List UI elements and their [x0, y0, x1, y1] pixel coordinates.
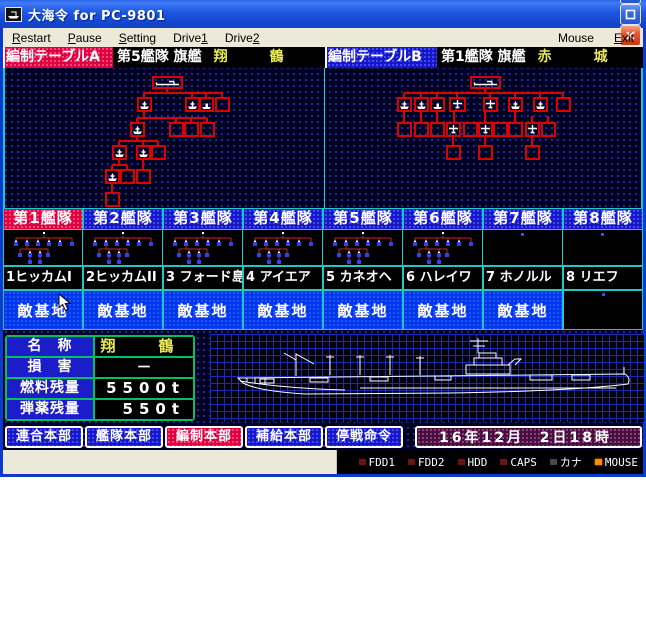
- fleet-minitree-4: [243, 230, 323, 265]
- info-value-ammo: 550t: [94, 399, 194, 420]
- base-ford[interactable]: 3 フォード島: [163, 266, 243, 290]
- fleet-tab-8[interactable]: 第8艦隊: [563, 208, 643, 230]
- fdd1-led-icon: [359, 459, 366, 465]
- enemy-base-3[interactable]: 敵基地: [163, 290, 243, 330]
- base-kaneohe[interactable]: 5 カネオヘ: [323, 266, 403, 290]
- base-rief[interactable]: 8 リエフ: [563, 266, 643, 290]
- fleet-a-label: 第5艦隊 旗艦: [117, 49, 202, 65]
- fleet-minitree-8: [563, 230, 643, 265]
- menu-drive1[interactable]: Drive1: [173, 31, 208, 45]
- cmd-rengou-honbu[interactable]: 連合本部: [5, 426, 83, 448]
- ship-info-table: 名 称翔 鶴 損 害－ 燃料残量5500t 弾薬残量550t: [5, 335, 195, 421]
- info-label-ammo: 弾薬残量: [6, 399, 94, 420]
- mouse-led-icon: [595, 459, 602, 465]
- info-label-fuel: 燃料残量: [6, 378, 94, 399]
- app-window: 大海令 for PC-9801 Restart Pause Setting Dr…: [0, 0, 646, 477]
- menu-exit[interactable]: Exit: [614, 31, 634, 45]
- led-hdd: HDD: [458, 456, 488, 469]
- led-mouse: MOUSE: [595, 456, 638, 469]
- maximize-button[interactable]: [620, 4, 641, 25]
- cmd-teisen-meirei[interactable]: 停戦命令: [325, 426, 403, 448]
- led-caps: CAPS: [500, 456, 537, 469]
- led-fdd2: FDD2: [408, 456, 445, 469]
- status-left-area: [3, 450, 337, 474]
- flagship-a-name: 翔 鶴: [214, 49, 298, 65]
- flagship-b-name: 赤 城: [538, 49, 622, 65]
- app-icon: [5, 7, 22, 22]
- base-honolulu[interactable]: 7 ホノルル: [483, 266, 563, 290]
- enemy-base-4[interactable]: 敵基地: [243, 290, 323, 330]
- enemy-base-5[interactable]: 敵基地: [323, 290, 403, 330]
- led-fdd1: FDD1: [359, 456, 396, 469]
- enemy-base-row: 敵基地 敵基地 敵基地 敵基地 敵基地 敵基地 敵基地: [3, 290, 643, 330]
- fleet-tab-7[interactable]: 第7艦隊: [483, 208, 563, 230]
- kana-led-icon: [550, 459, 557, 465]
- game-time: 2日18時: [540, 427, 612, 447]
- fleet-tab-2[interactable]: 第2艦隊: [83, 208, 163, 230]
- fleet-tab-row: 第1艦隊 第2艦隊 第3艦隊 第4艦隊 第5艦隊 第6艦隊 第7艦隊 第8艦隊: [3, 208, 643, 230]
- menu-drive2[interactable]: Drive2: [225, 31, 260, 45]
- fleet-minitree-5: [323, 230, 403, 265]
- enemy-base-8-empty: [563, 290, 643, 330]
- info-value-fuel: 5500t: [94, 378, 194, 399]
- cmd-kantai-honbu[interactable]: 艦隊本部: [85, 426, 163, 448]
- org-header-row: 編制テーブルA 第5艦隊 旗艦翔 鶴 編制テーブルB 第1艦隊 旗艦赤 城: [3, 47, 643, 68]
- fleet-minitree-row: [3, 230, 643, 266]
- fleet-minitree-7: [483, 230, 563, 265]
- cmd-hokyuu-honbu[interactable]: 補給本部: [245, 426, 323, 448]
- fdd2-led-icon: [408, 459, 415, 465]
- menu-mouse[interactable]: Mouse: [558, 31, 594, 45]
- org-table-a-label: 編制テーブルA: [3, 47, 113, 68]
- fleet-tab-5[interactable]: 第5艦隊: [323, 208, 403, 230]
- status-led-bar: FDD1 FDD2 HDD CAPS カナ MOUSE: [337, 450, 643, 474]
- enemy-base-6[interactable]: 敵基地: [403, 290, 483, 330]
- carrier-drawing: [210, 334, 644, 422]
- hdd-led-icon: [458, 459, 465, 465]
- status-row: FDD1 FDD2 HDD CAPS カナ MOUSE: [3, 450, 643, 474]
- fleet-tab-3[interactable]: 第3艦隊: [163, 208, 243, 230]
- fleet-minitree-2: [83, 230, 163, 265]
- ship-info-row: 名 称翔 鶴 損 害－ 燃料残量5500t 弾薬残量550t: [3, 330, 643, 424]
- org-chart-b[interactable]: [325, 68, 643, 208]
- org-charts-row: [3, 68, 643, 208]
- org-chart-a[interactable]: [3, 68, 325, 208]
- fleet-tab-1[interactable]: 第1艦隊: [3, 208, 83, 230]
- pc98-screen: 編制テーブルA 第5艦隊 旗艦翔 鶴 編制テーブルB 第1艦隊 旗艦赤 城: [3, 47, 643, 450]
- game-datetime: 16年12月 2日18時: [415, 426, 642, 448]
- base-aiea[interactable]: 4 アイエア: [243, 266, 323, 290]
- game-date: 16年12月: [439, 427, 524, 447]
- base-row: 1ヒッカムI 2ヒッカムII 3 フォード島 4 アイエア 5 カネオヘ 6 ハ…: [3, 266, 643, 290]
- minimize-button[interactable]: [620, 0, 641, 4]
- enemy-base-7[interactable]: 敵基地: [483, 290, 563, 330]
- menu-bar: Restart Pause Setting Drive1 Drive2 Mous…: [3, 28, 643, 47]
- fleet-minitree-1: [3, 230, 83, 265]
- info-label-damage: 損 害: [6, 357, 94, 378]
- command-row: 連合本部 艦隊本部 編制本部 補給本部 停戦命令 16年12月 2日18時: [3, 424, 643, 450]
- enemy-base-2[interactable]: 敵基地: [83, 290, 163, 330]
- menu-pause[interactable]: Pause: [68, 31, 102, 45]
- base-hickam2[interactable]: 2ヒッカムII: [83, 266, 163, 290]
- base-hickam1[interactable]: 1ヒッカムI: [3, 266, 83, 290]
- org-table-b-info: 第1艦隊 旗艦赤 城: [437, 47, 643, 68]
- led-kana: カナ: [550, 454, 582, 470]
- fleet-tab-4[interactable]: 第4艦隊: [243, 208, 323, 230]
- caps-led-icon: [500, 459, 507, 465]
- menu-restart[interactable]: Restart: [12, 31, 51, 45]
- cmd-hensei-honbu[interactable]: 編制本部: [165, 426, 243, 448]
- info-value-name: 翔 鶴: [94, 336, 194, 357]
- base-haleiwa[interactable]: 6 ハレイワ: [403, 266, 483, 290]
- org-table-b-label: 編制テーブルB: [325, 47, 437, 68]
- fleet-b-label: 第1艦隊 旗艦: [441, 49, 526, 65]
- enemy-base-1[interactable]: 敵基地: [3, 290, 83, 330]
- ship-drawing-panel: [210, 334, 644, 422]
- menu-setting[interactable]: Setting: [119, 31, 156, 45]
- fleet-minitree-3: [163, 230, 243, 265]
- org-table-a-info: 第5艦隊 旗艦翔 鶴: [113, 47, 325, 68]
- fleet-tab-6[interactable]: 第6艦隊: [403, 208, 483, 230]
- fleet-minitree-6: [403, 230, 483, 265]
- title-bar[interactable]: 大海令 for PC-9801: [0, 0, 646, 28]
- window-title: 大海令 for PC-9801: [28, 5, 618, 24]
- info-label-name: 名 称: [6, 336, 94, 357]
- info-value-damage: －: [94, 357, 194, 378]
